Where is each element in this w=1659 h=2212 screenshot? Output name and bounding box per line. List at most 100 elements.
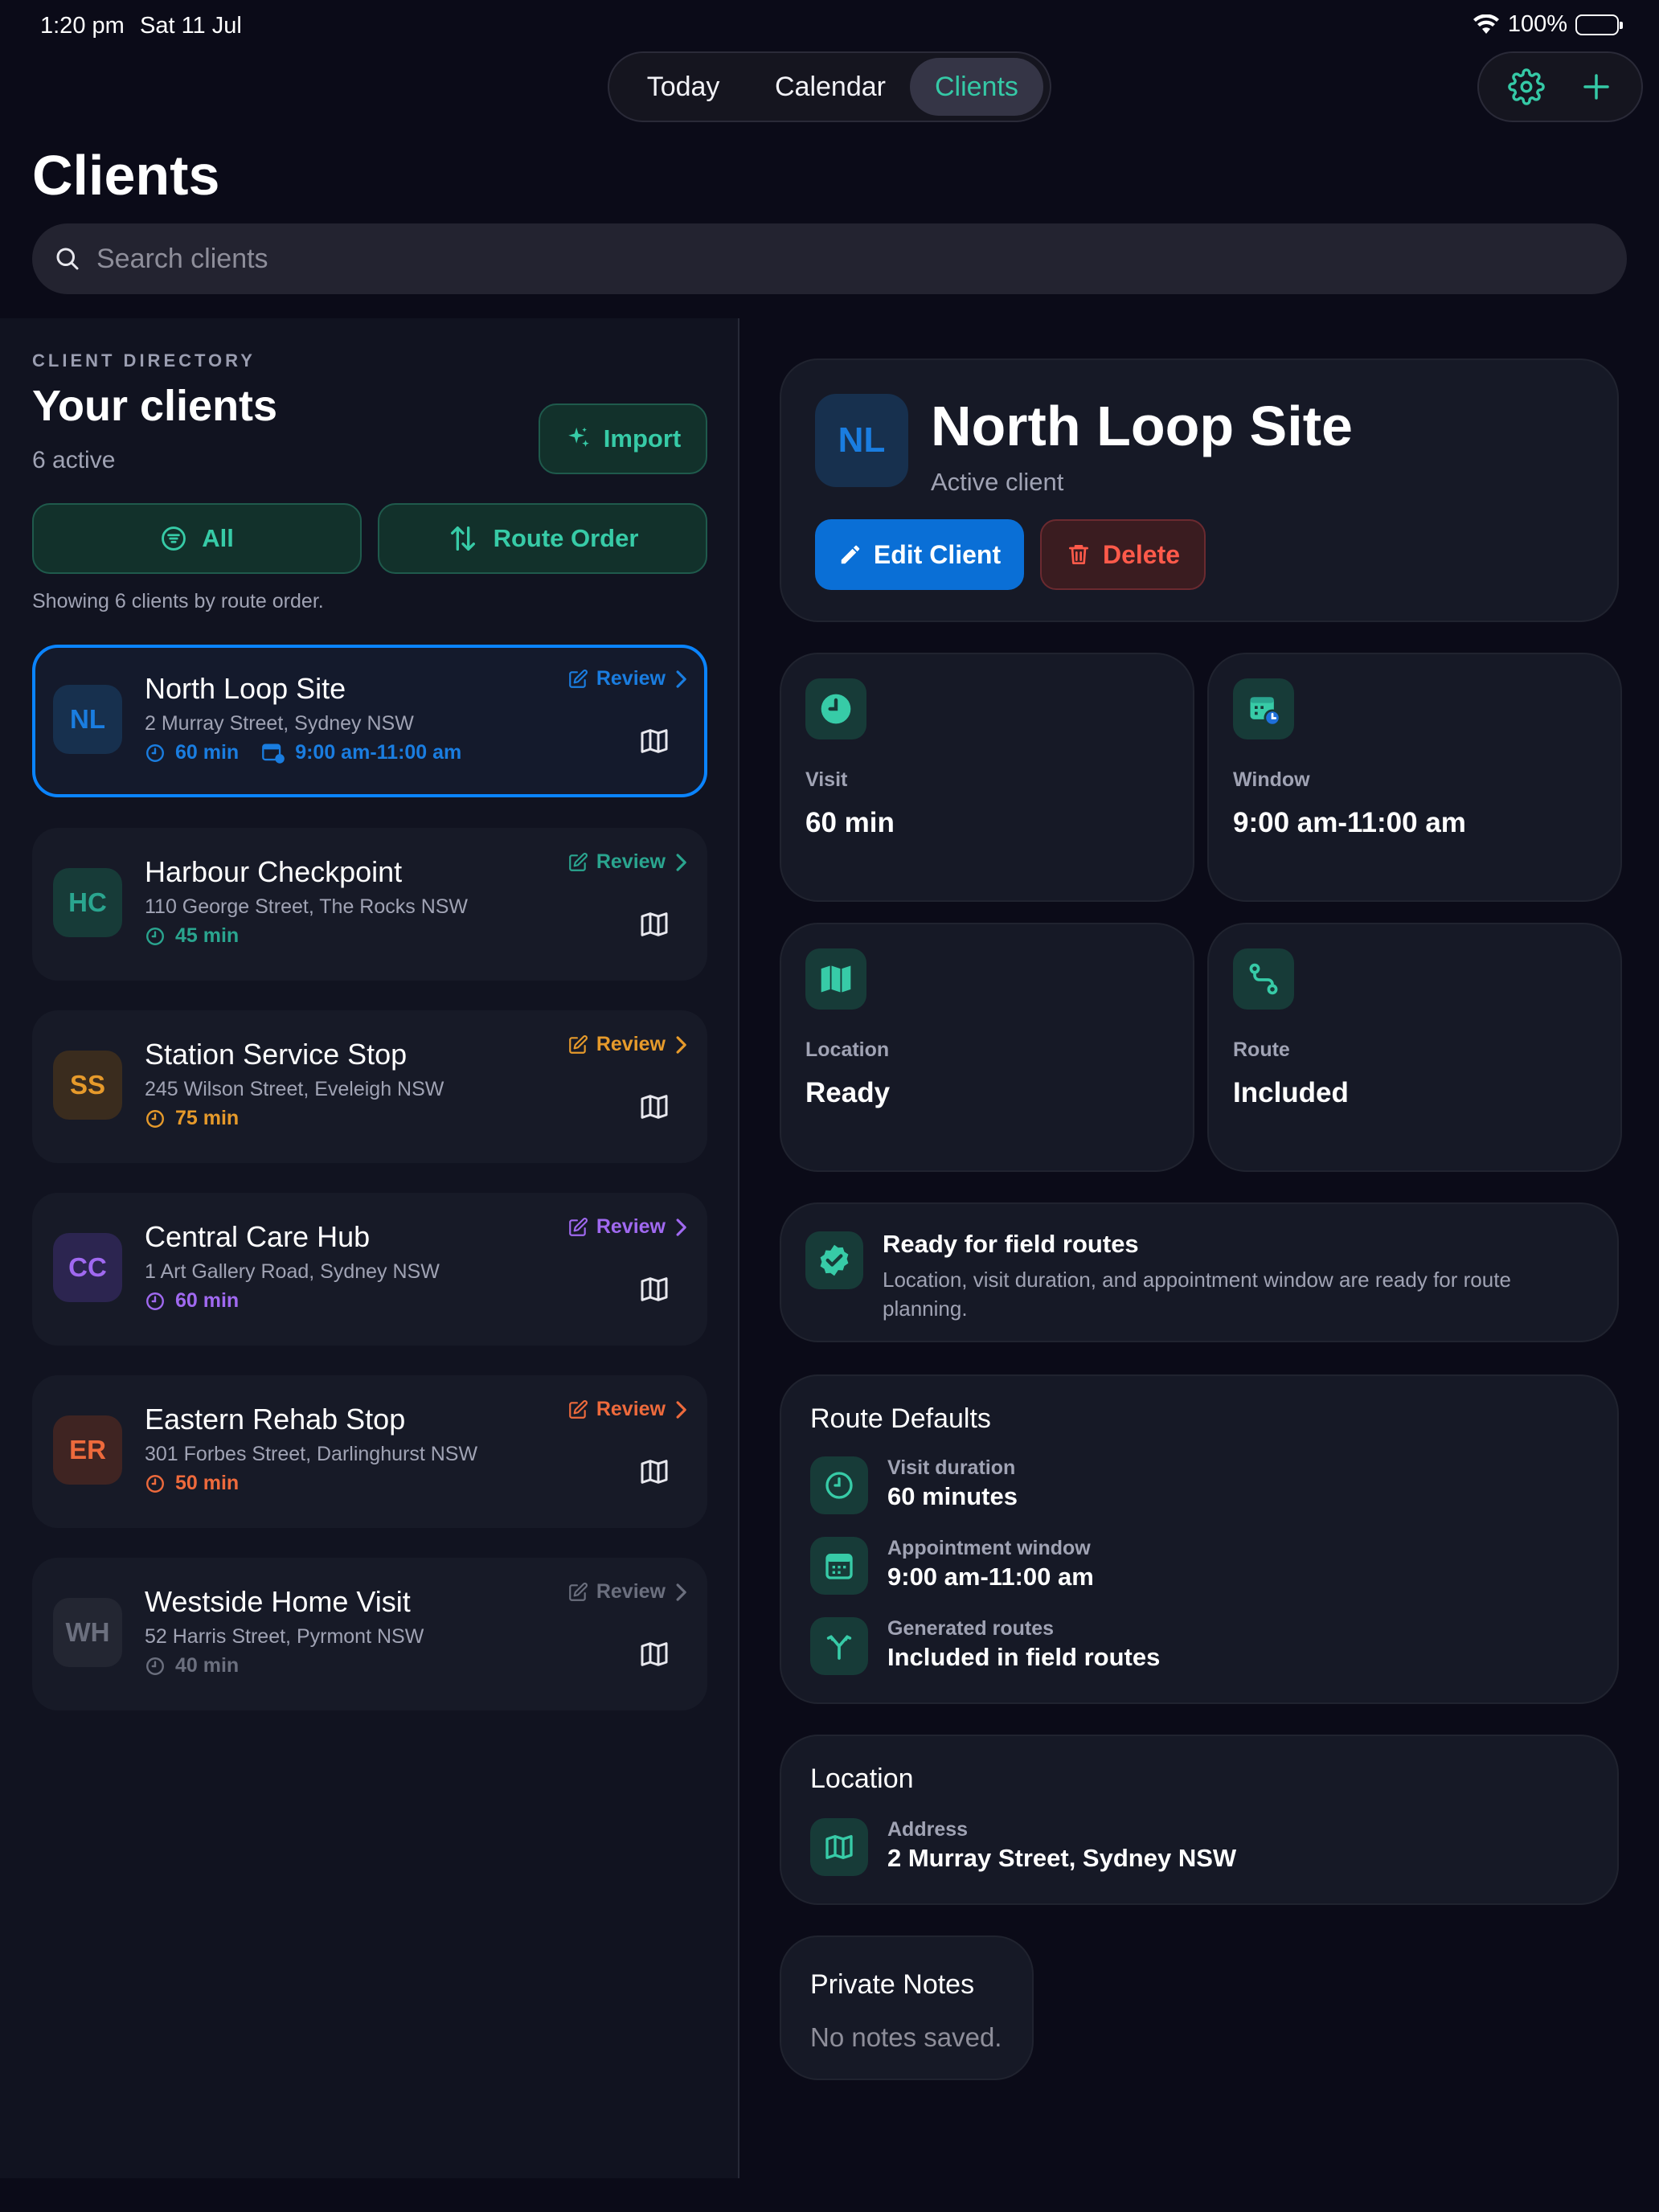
directory-title: Your clients — [32, 382, 278, 430]
client-avatar: NL — [815, 394, 908, 487]
map-icon[interactable] — [638, 908, 670, 940]
review-button[interactable]: Review — [567, 1033, 688, 1056]
client-directory-pane: CLIENT DIRECTORY Your clients 6 active I… — [0, 318, 739, 2178]
filter-icon — [160, 525, 187, 552]
client-duration: 50 min — [175, 1472, 240, 1494]
client-window: 9:00 am-11:00 am — [295, 741, 462, 764]
delete-button[interactable]: Delete — [1040, 519, 1206, 590]
status-date: Sat 11 Jul — [140, 13, 242, 39]
client-address: 52 Harris Street, Pyrmont NSW — [145, 1625, 424, 1648]
visit-stat-card: Visit 60 min — [780, 653, 1194, 902]
client-address: 2 Murray Street, Sydney NSW — [145, 712, 414, 735]
sort-arrows-icon — [447, 522, 479, 555]
client-card[interactable]: HC Harbour Checkpoint 110 George Street,… — [32, 828, 707, 981]
client-meta: 45 min — [145, 924, 239, 948]
filter-all-button[interactable]: All — [32, 503, 362, 574]
review-button[interactable]: Review — [567, 850, 688, 874]
checkmark-seal-icon — [805, 1231, 863, 1289]
map-icon[interactable] — [638, 1638, 670, 1670]
map-icon[interactable] — [638, 1273, 670, 1305]
window-value: 9:00 am-11:00 am — [1233, 807, 1466, 838]
ready-status-card: Ready for field routes Location, visit d… — [780, 1202, 1619, 1342]
window-stat-card: Window 9:00 am-11:00 am — [1207, 653, 1622, 902]
client-meta: 60 min 9:00 am-11:00 am — [145, 741, 461, 764]
clock-icon — [805, 678, 866, 739]
fork-icon — [810, 1617, 868, 1675]
clock-icon — [145, 1656, 166, 1677]
home-area — [0, 2178, 1659, 2212]
search-input[interactable] — [96, 243, 1543, 275]
location-label: Location — [805, 1038, 890, 1061]
client-avatar: NL — [53, 685, 122, 754]
visit-duration-label: Visit duration — [887, 1456, 1016, 1479]
location-card: Location Address 2 Murray Street, Sydney… — [780, 1735, 1619, 1905]
tab-today[interactable]: Today — [616, 58, 751, 116]
client-meta: 50 min — [145, 1472, 239, 1495]
client-duration: 40 min — [175, 1654, 240, 1677]
review-label: Review — [596, 667, 666, 690]
generated-routes-value: Included in field routes — [887, 1643, 1161, 1671]
client-avatar: ER — [53, 1415, 122, 1485]
client-name: North Loop Site — [145, 672, 346, 705]
client-avatar: SS — [53, 1051, 122, 1120]
review-button[interactable]: Review — [567, 1580, 688, 1604]
showing-summary: Showing 6 clients by route order. — [32, 590, 324, 612]
tab-clients[interactable]: Clients — [909, 58, 1043, 116]
edit-square-icon — [567, 1399, 588, 1420]
window-label: Window — [1233, 768, 1310, 791]
chevron-right-icon — [674, 1399, 688, 1420]
location-value: Ready — [805, 1077, 891, 1108]
edit-square-icon — [567, 1582, 588, 1603]
clock-icon — [145, 1473, 166, 1494]
generated-routes-label: Generated routes — [887, 1617, 1055, 1640]
chevron-right-icon — [674, 1034, 688, 1055]
client-duration: 60 min — [175, 1289, 240, 1312]
client-card[interactable]: ER Eastern Rehab Stop 301 Forbes Street,… — [32, 1375, 707, 1528]
private-notes-card: Private Notes No notes saved. — [780, 1936, 1034, 2080]
search-icon — [53, 244, 82, 273]
clock-icon — [145, 1108, 166, 1129]
review-button[interactable]: Review — [567, 667, 688, 690]
route-order-label: Route Order — [493, 524, 639, 552]
client-card[interactable]: CC Central Care Hub 1 Art Gallery Road, … — [32, 1193, 707, 1346]
client-address: 110 George Street, The Rocks NSW — [145, 895, 469, 918]
client-name: Central Care Hub — [145, 1220, 371, 1253]
status-time: 1:20 pm — [40, 13, 125, 39]
client-card[interactable]: WH Westside Home Visit 52 Harris Street,… — [32, 1558, 707, 1710]
client-card[interactable]: SS Station Service Stop 245 Wilson Stree… — [32, 1010, 707, 1163]
client-duration: 60 min — [175, 741, 240, 764]
toolbar-actions — [1477, 51, 1643, 122]
review-label: Review — [596, 850, 666, 873]
import-label: Import — [603, 424, 682, 453]
map-icon[interactable] — [638, 725, 670, 757]
review-button[interactable]: Review — [567, 1398, 688, 1421]
map-icon[interactable] — [638, 1456, 670, 1488]
section-eyebrow: CLIENT DIRECTORY — [32, 350, 256, 371]
client-header-card: NL North Loop Site Active client Edit Cl… — [780, 358, 1619, 622]
map-outline-icon — [810, 1818, 868, 1876]
appointment-window-label: Appointment window — [887, 1537, 1091, 1559]
import-button[interactable]: Import — [539, 403, 707, 474]
chevron-right-icon — [674, 669, 688, 690]
client-status: Active client — [931, 468, 1064, 496]
tab-calendar[interactable]: Calendar — [751, 58, 910, 116]
trash-icon — [1066, 542, 1092, 567]
client-meta: 75 min — [145, 1107, 239, 1130]
edit-square-icon — [567, 1217, 588, 1238]
add-icon[interactable] — [1579, 70, 1613, 104]
map-icon[interactable] — [638, 1091, 670, 1123]
status-bar: 1:20 pm Sat 11 Jul 100% — [0, 0, 1659, 51]
client-name: Station Service Stop — [145, 1038, 408, 1071]
review-button[interactable]: Review — [567, 1215, 688, 1239]
route-stat-card: Route Included — [1207, 923, 1622, 1172]
client-card[interactable]: NL North Loop Site 2 Murray Street, Sydn… — [32, 645, 707, 797]
route-order-button[interactable]: Route Order — [378, 503, 707, 574]
client-address: 301 Forbes Street, Darlinghurst NSW — [145, 1443, 478, 1465]
edit-client-button[interactable]: Edit Client — [815, 519, 1024, 590]
client-avatar: CC — [53, 1233, 122, 1302]
sparkles-icon — [565, 425, 592, 453]
review-label: Review — [596, 1580, 666, 1603]
gear-icon[interactable] — [1507, 68, 1545, 105]
page-title: Clients — [32, 144, 220, 207]
visit-value: 60 min — [805, 807, 895, 838]
